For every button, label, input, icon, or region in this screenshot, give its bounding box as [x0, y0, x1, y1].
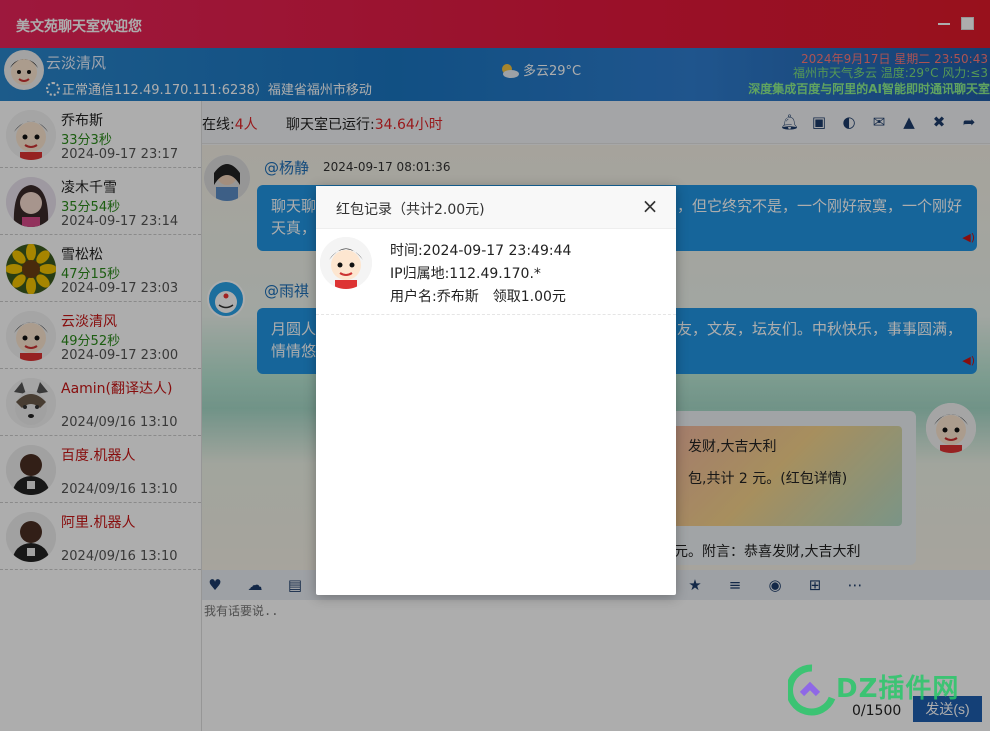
avatar: [320, 237, 372, 289]
chat-app: 美文苑聊天室欢迎您 云淡清风 正常通信112.49.170.111:6238）福…: [0, 0, 990, 731]
logo-icon: [788, 664, 836, 716]
close-icon[interactable]: ×: [640, 196, 660, 216]
red-packet-record-dialog: 红包记录（共计2.00元) × 时间:2024-09-17 23:49:44 I…: [316, 186, 676, 595]
record-time: 时间:2024-09-17 23:49:44: [390, 243, 572, 259]
watermark-logo: DZ插件网: [788, 660, 988, 720]
record-ip: IP归属地:112.49.170.*: [390, 266, 541, 282]
dialog-header: 红包记录（共计2.00元) ×: [316, 186, 676, 229]
record-user: 用户名:乔布斯 领取1.00元: [390, 289, 566, 305]
record-item: 时间:2024-09-17 23:49:44 IP归属地:112.49.170.…: [316, 229, 676, 315]
watermark-text: DZ插件网: [836, 674, 960, 704]
dialog-title: 红包记录（共计2.00元): [336, 202, 485, 218]
